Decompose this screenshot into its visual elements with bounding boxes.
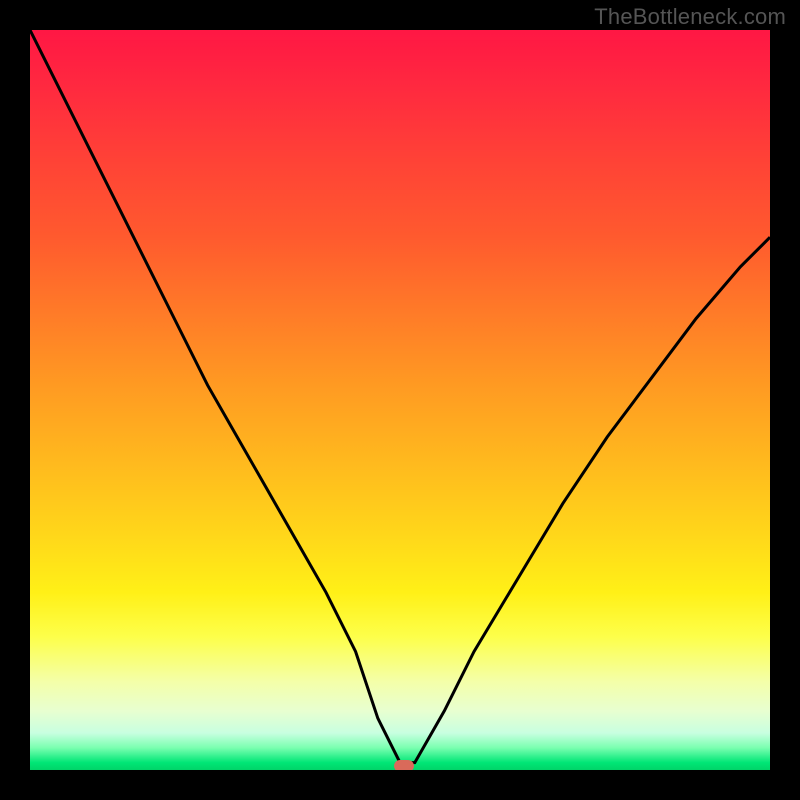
watermark-text: TheBottleneck.com bbox=[594, 4, 786, 30]
curve-svg bbox=[30, 30, 770, 770]
chart-container: TheBottleneck.com bbox=[0, 0, 800, 800]
plot-area bbox=[30, 30, 770, 770]
bottleneck-curve bbox=[30, 30, 770, 763]
optimal-point-marker bbox=[394, 760, 414, 770]
